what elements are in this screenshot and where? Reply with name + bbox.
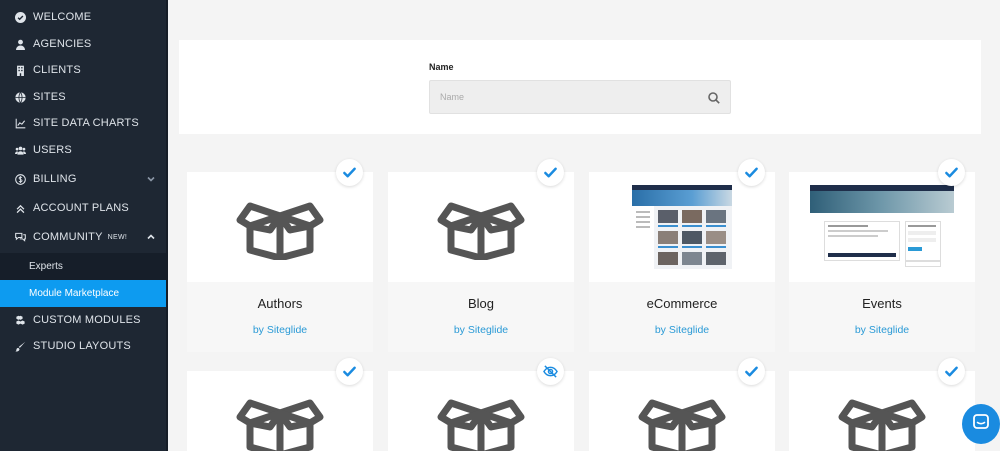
- sidebar-item-users[interactable]: USERS: [0, 137, 167, 163]
- module-card-footer: Authors by Siteglide: [187, 282, 373, 352]
- box-icon: [235, 393, 325, 451]
- sidebar-item-billing[interactable]: BILLING: [0, 166, 167, 192]
- sidebar-item-label: COMMUNITY: [33, 231, 103, 243]
- sidebar-item-studio-layouts[interactable]: STUDIO LAYOUTS: [0, 333, 167, 359]
- module-title[interactable]: Blog: [388, 296, 574, 311]
- sidebar-subitem-label: Module Marketplace: [29, 288, 120, 299]
- module-title[interactable]: Authors: [187, 296, 373, 311]
- sidebar-item-welcome[interactable]: WELCOME: [0, 4, 167, 30]
- sidebar-item-label: SITES: [33, 91, 66, 103]
- installed-check-icon: [938, 159, 965, 186]
- brush-icon: [14, 340, 26, 352]
- module-card-footer: eCommerce by Siteglide: [589, 282, 775, 352]
- sidebar-item-label: ACCOUNT PLANS: [33, 202, 129, 214]
- module-author-link[interactable]: by Siteglide: [589, 324, 775, 336]
- module-author-link[interactable]: by Siteglide: [789, 324, 975, 336]
- module-card-events[interactable]: Events by Siteglide: [789, 172, 975, 352]
- sidebar-item-label: CUSTOM MODULES: [33, 314, 141, 326]
- module-author-link[interactable]: by Siteglide: [187, 324, 373, 336]
- installed-check-icon: [336, 159, 363, 186]
- module-thumbnail: [789, 172, 975, 282]
- sidebar-item-label: STUDIO LAYOUTS: [33, 340, 131, 352]
- module-card-blog[interactable]: Blog by Siteglide: [388, 172, 574, 352]
- sidebar-subitem-experts[interactable]: Experts: [0, 253, 167, 280]
- module-card-footer: Events by Siteglide: [789, 282, 975, 352]
- sidebar-item-label: SITE DATA CHARTS: [33, 117, 139, 129]
- building-icon: [14, 64, 26, 76]
- chevron-down-icon: [147, 174, 155, 182]
- sidebar-item-label: WELCOME: [33, 11, 92, 23]
- box-icon: [436, 393, 526, 451]
- installed-check-icon: [938, 358, 965, 385]
- module-thumbnail: [388, 172, 574, 282]
- chevron-up-icon: [147, 232, 155, 240]
- sidebar-item-account-plans[interactable]: ACCOUNT PLANS: [0, 195, 167, 221]
- sidebar-item-site-data-charts[interactable]: SITE DATA CHARTS: [0, 110, 167, 136]
- user-icon: [14, 38, 26, 50]
- module-title[interactable]: eCommerce: [589, 296, 775, 311]
- sidebar-item-label: BILLING: [33, 173, 77, 185]
- name-search-box: [429, 80, 731, 114]
- module-card-ecommerce[interactable]: eCommerce by Siteglide: [589, 172, 775, 352]
- cubes-icon: [14, 314, 26, 326]
- module-card-authors[interactable]: Authors by Siteglide: [187, 172, 373, 352]
- check-circle-icon: [14, 11, 26, 23]
- chat-icon: [971, 412, 991, 437]
- box-icon: [837, 393, 927, 451]
- sidebar-item-label: CLIENTS: [33, 64, 81, 76]
- eye-slash-icon: [537, 358, 564, 385]
- sidebar-item-community[interactable]: COMMUNITY NEW!: [0, 224, 167, 250]
- globe-icon: [14, 91, 26, 103]
- box-icon: [235, 196, 325, 262]
- sidebar: WELCOME AGENCIES CLIENTS SITES SITE DATA…: [0, 0, 167, 451]
- ecommerce-screenshot: [632, 185, 732, 269]
- new-badge: NEW!: [107, 233, 128, 241]
- comments-icon: [14, 231, 26, 243]
- sidebar-subitem-module-marketplace[interactable]: Module Marketplace: [0, 280, 167, 307]
- events-screenshot: [810, 185, 954, 267]
- module-thumbnail: [589, 172, 775, 282]
- sidebar-item-custom-modules[interactable]: CUSTOM MODULES: [0, 307, 167, 333]
- installed-check-icon: [738, 358, 765, 385]
- double-chevron-up-icon: [14, 202, 26, 214]
- sidebar-item-clients[interactable]: CLIENTS: [0, 57, 167, 83]
- module-thumbnail: [187, 172, 373, 282]
- name-field-label: Name: [429, 62, 454, 72]
- sidebar-item-sites[interactable]: SITES: [0, 84, 167, 110]
- sidebar-item-label: USERS: [33, 144, 72, 156]
- module-title[interactable]: Events: [789, 296, 975, 311]
- installed-check-icon: [738, 159, 765, 186]
- filter-panel: Name: [179, 40, 981, 134]
- box-icon: [637, 393, 727, 451]
- installed-check-icon: [537, 159, 564, 186]
- module-author-link[interactable]: by Siteglide: [388, 324, 574, 336]
- chat-launcher-button[interactable]: [962, 404, 1000, 444]
- search-icon[interactable]: [708, 91, 720, 104]
- sidebar-subitem-label: Experts: [29, 261, 63, 272]
- box-icon: [436, 196, 526, 262]
- chart-icon: [14, 117, 26, 129]
- sidebar-divider: [166, 0, 168, 451]
- dollar-icon: [14, 173, 26, 185]
- name-search-input[interactable]: [430, 81, 690, 113]
- users-icon: [14, 144, 26, 156]
- module-card-footer: Blog by Siteglide: [388, 282, 574, 352]
- sidebar-item-label: AGENCIES: [33, 38, 92, 50]
- sidebar-item-agencies[interactable]: AGENCIES: [0, 31, 167, 57]
- installed-check-icon: [336, 358, 363, 385]
